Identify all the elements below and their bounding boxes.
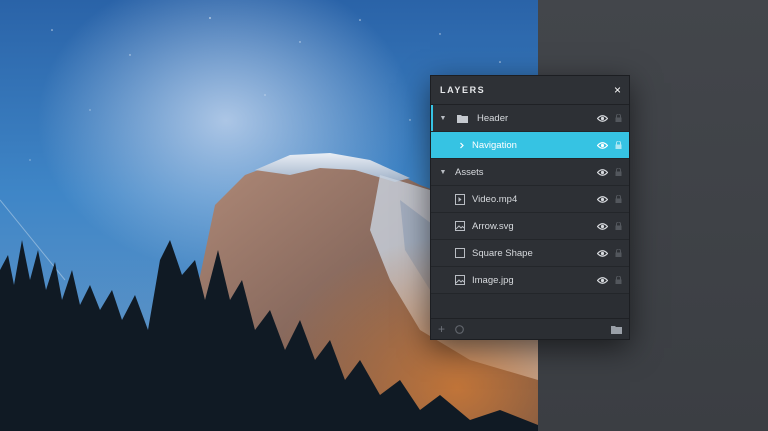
layer-label: Assets: [455, 166, 484, 178]
lock-icon[interactable]: [615, 195, 625, 203]
caret-down-icon[interactable]: ▼: [439, 115, 447, 122]
layer-row-square-shape[interactable]: Square Shape: [431, 240, 629, 267]
video-file-icon: [454, 193, 466, 205]
panel-footer: +: [431, 318, 629, 339]
chevron-right-icon[interactable]: [456, 139, 468, 151]
folder-icon[interactable]: [611, 325, 622, 334]
layer-label: Navigation: [472, 139, 517, 151]
layer-row-header[interactable]: ▼ Header: [431, 105, 629, 132]
layer-row-assets[interactable]: ▼ Assets: [431, 159, 629, 186]
layer-label: Image.jpg: [472, 274, 514, 286]
panel-title: LAYERS: [440, 85, 486, 95]
lock-icon[interactable]: [615, 168, 625, 176]
lock-icon[interactable]: [615, 141, 625, 149]
lock-icon[interactable]: [615, 276, 625, 284]
caret-down-icon[interactable]: ▼: [439, 169, 447, 176]
layer-row-navigation[interactable]: Navigation: [431, 132, 629, 159]
layer-label: Video.mp4: [472, 193, 518, 205]
folder-icon: [456, 112, 468, 124]
plus-icon[interactable]: +: [438, 323, 445, 335]
layer-label: Arrow.svg: [472, 220, 514, 232]
lock-icon[interactable]: [615, 249, 625, 257]
eye-icon[interactable]: [597, 168, 609, 176]
panel-header: LAYERS ×: [431, 76, 629, 105]
layer-label: Square Shape: [472, 247, 533, 259]
eye-icon[interactable]: [597, 276, 609, 284]
image-file-icon: [454, 274, 466, 286]
layer-label: Header: [477, 112, 509, 124]
layer-row-arrow[interactable]: Arrow.svg: [431, 213, 629, 240]
circle-icon[interactable]: [455, 324, 464, 334]
image-file-icon: [454, 220, 466, 232]
square-shape-icon: [454, 247, 466, 259]
layer-row-video[interactable]: Video.mp4: [431, 186, 629, 213]
layers-panel: LAYERS × ▼ Header Navigation ▼ Assets Vi…: [430, 75, 630, 340]
eye-icon[interactable]: [597, 249, 609, 257]
eye-icon[interactable]: [597, 114, 609, 122]
lock-icon[interactable]: [615, 114, 625, 122]
lock-icon[interactable]: [615, 222, 625, 230]
eye-icon[interactable]: [597, 222, 609, 230]
layer-row-image[interactable]: Image.jpg: [431, 267, 629, 294]
eye-icon[interactable]: [597, 195, 609, 203]
layers-list: ▼ Header Navigation ▼ Assets Video.mp4 A…: [431, 105, 629, 294]
close-icon[interactable]: ×: [614, 84, 621, 96]
eye-icon[interactable]: [597, 141, 609, 149]
